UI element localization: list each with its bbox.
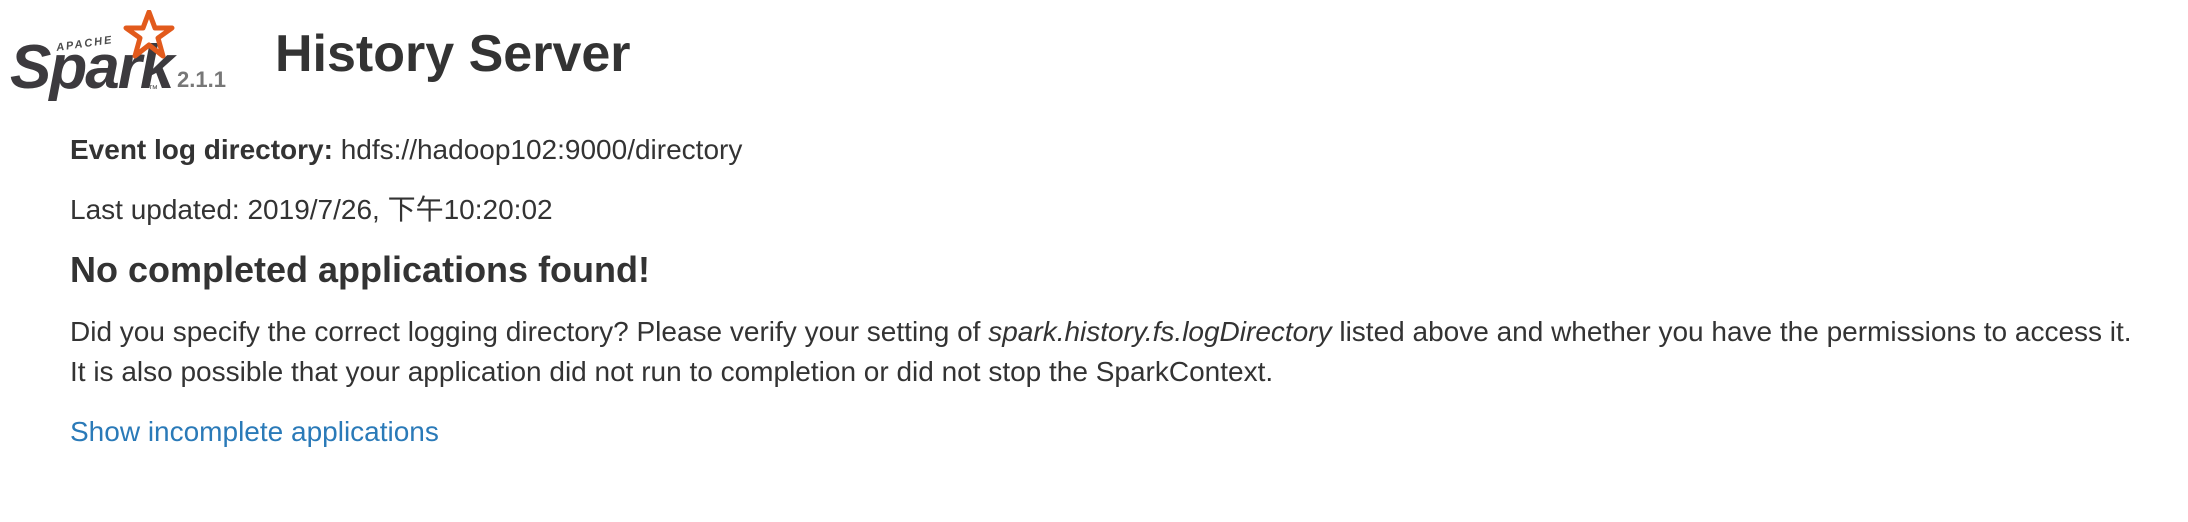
spark-logo[interactable]: APACHE Spark ™ [10, 10, 175, 102]
last-updated-label: Last updated: [70, 194, 240, 225]
help-line1-after: listed above and whether you have the pe… [1331, 316, 2132, 347]
show-incomplete-applications-link[interactable]: Show incomplete applications [70, 412, 439, 452]
logo-trademark: ™ [148, 84, 158, 95]
last-updated-value: 2019/7/26, 下午10:20:02 [247, 194, 553, 225]
spark-version: 2.1.1 [177, 67, 226, 92]
event-log-label: Event log directory: [70, 134, 333, 165]
log-directory-setting: spark.history.fs.logDirectory [988, 316, 1332, 347]
help-message: Did you specify the correct logging dire… [70, 312, 2170, 392]
event-log-value: hdfs://hadoop102:9000/directory [340, 134, 743, 165]
help-line1-before: Did you specify the correct logging dire… [70, 316, 989, 347]
page-title: History Server [275, 25, 631, 83]
no-applications-heading: No completed applications found! [70, 249, 651, 290]
help-line2: It is also possible that your applicatio… [70, 356, 1274, 387]
last-updated: Last updated: 2019/7/26, 下午10:20:02 [70, 190, 553, 230]
page-header: APACHE Spark ™ 2.1.1 History Server [0, 0, 2188, 120]
spark-star-icon [123, 10, 175, 59]
event-log-directory: Event log directory: hdfs://hadoop102:90… [70, 130, 742, 170]
